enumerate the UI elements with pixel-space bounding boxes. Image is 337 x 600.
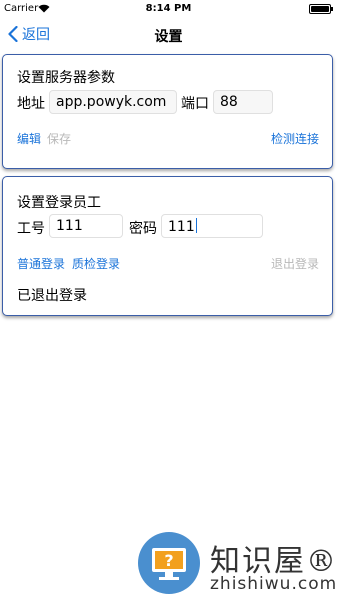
page-title: 设置 — [154, 29, 183, 45]
password-value: 111 — [168, 219, 195, 235]
normal-login-button[interactable]: 普通登录 — [17, 255, 65, 272]
address-label: 地址 — [17, 96, 45, 112]
status-bar: Carrier 8:14 PM — [0, 0, 337, 18]
watermark-url: zhishiwu.com — [210, 574, 337, 594]
port-field[interactable]: 88 — [213, 90, 273, 114]
logout-button[interactable]: 退出登录 — [271, 255, 319, 272]
employee-id-label: 工号 — [17, 221, 45, 237]
clock: 8:14 PM — [145, 3, 192, 14]
text-cursor — [195, 218, 197, 233]
navigation-bar: 返回 设置 — [0, 18, 337, 50]
svg-text:?: ? — [164, 551, 173, 570]
monitor-question-icon: ? — [138, 532, 200, 594]
server-settings-card: 设置服务器参数 地址 app.powyk.com 端口 88 编辑 保存 检测连… — [2, 54, 333, 169]
password-label: 密码 — [129, 221, 157, 237]
login-settings-title: 设置登录员工 — [17, 195, 101, 211]
server-settings-title: 设置服务器参数 — [17, 70, 115, 86]
test-connection-button[interactable]: 检测连接 — [271, 130, 319, 147]
employee-id-field[interactable]: 111 — [49, 214, 123, 238]
login-settings-card: 设置登录员工 工号 111 密码 111 普通登录 质检登录 退出登录 已退出登… — [2, 176, 333, 316]
login-status-text: 已退出登录 — [17, 288, 87, 304]
password-field[interactable]: 111 — [161, 214, 263, 238]
port-label: 端口 — [181, 96, 209, 112]
battery-icon — [309, 4, 333, 14]
save-button[interactable]: 保存 — [47, 130, 71, 147]
watermark-logo: ? 知识屋® zhishiwu.com — [138, 532, 337, 600]
qc-login-button[interactable]: 质检登录 — [72, 255, 120, 272]
address-field[interactable]: app.powyk.com — [49, 90, 177, 114]
edit-button[interactable]: 编辑 — [17, 130, 41, 147]
